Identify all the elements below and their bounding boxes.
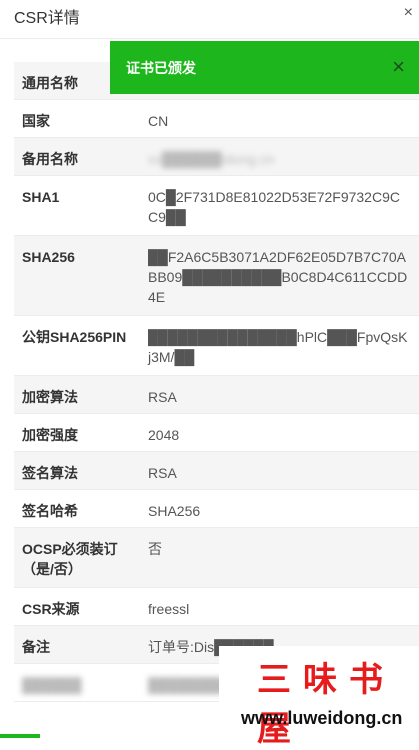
row-value: RSA: [148, 389, 177, 405]
row-label: 加密算法: [22, 389, 78, 405]
row-label: 签名哈希: [22, 503, 78, 519]
row-label: 备注: [22, 639, 50, 655]
table-row: 公钥SHA256PIN ███████████████hPlC███FpvQsK…: [14, 316, 419, 376]
row-label: CSR来源: [22, 601, 80, 617]
success-toast: 证书已颁发 ×: [110, 41, 419, 94]
row-value: 否: [148, 541, 162, 557]
row-label: 备用名称: [22, 151, 78, 167]
row-value: ██F2A6C5B3071A2DF62E05D7B7C70ABB09██████…: [148, 249, 408, 305]
table-row: OCSP必须装订（是/否） 否: [14, 528, 419, 588]
row-label: 签名算法: [22, 465, 78, 481]
row-value: CN: [148, 113, 169, 129]
row-label: SHA256: [22, 249, 75, 265]
table-row: CSR来源 freessl: [14, 588, 419, 626]
table-row: 签名哈希 SHA256: [14, 490, 419, 528]
row-label: 国家: [22, 113, 50, 129]
table-row: SHA1 0C█2F731D8E81022D53E72F9732C9CC9██: [14, 176, 419, 236]
row-value: RSA: [148, 465, 177, 481]
watermark-logo-text: 三味书屋: [257, 660, 395, 749]
row-value: ███████████████hPlC███FpvQsKj3M/██: [148, 329, 408, 365]
table-row: 备用名称 xx██████idong.cn: [14, 138, 419, 176]
bottom-accent-bar: [0, 734, 40, 738]
row-label: OCSP必须装订（是/否）: [22, 541, 118, 577]
row-value: xx██████idong.cn: [140, 138, 419, 175]
toast-message: 证书已颁发: [126, 60, 196, 76]
row-value: freessl: [148, 601, 190, 617]
table-row: 加密算法 RSA: [14, 376, 419, 414]
close-icon[interactable]: ×: [404, 4, 413, 22]
dialog-header: CSR详情 ×: [0, 0, 419, 39]
watermark-url: www.luweidong.cn: [241, 708, 403, 728]
row-label: 加密强度: [22, 427, 78, 443]
csr-detail-table: 通用名称 国家 CN 备用名称 xx██████idong.cn SHA1 0C…: [14, 62, 419, 702]
row-value: 0C█2F731D8E81022D53E72F9732C9CC9██: [148, 189, 400, 225]
table-row: 签名算法 RSA: [14, 452, 419, 490]
row-value: 2048: [148, 427, 180, 443]
dialog-title: CSR详情: [14, 10, 80, 27]
row-label: 公钥SHA256PIN: [22, 329, 127, 345]
table-row: 国家 CN: [14, 100, 419, 138]
watermark: 三味书屋 www.luweidong.cn: [219, 646, 419, 749]
table-row: 加密强度 2048: [14, 414, 419, 452]
close-icon[interactable]: ×: [392, 54, 405, 80]
row-value: SHA256: [148, 503, 201, 519]
row-value-text: xx██████idong.cn: [148, 151, 275, 167]
table-row: SHA256 ██F2A6C5B3071A2DF62E05D7B7C70ABB0…: [14, 236, 419, 316]
row-label: SHA1: [22, 189, 60, 205]
row-label: ██████: [22, 677, 82, 693]
